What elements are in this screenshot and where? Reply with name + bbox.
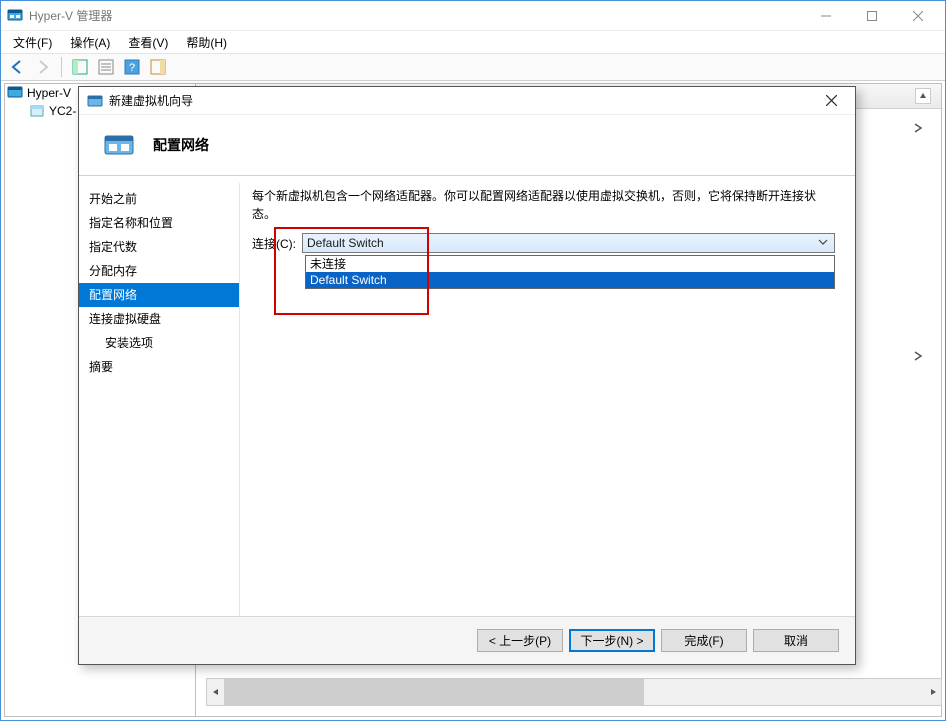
svg-text:?: ?: [129, 62, 135, 74]
tree-child-label: YC2-: [49, 104, 76, 118]
previous-button[interactable]: < 上一步(P): [477, 629, 563, 652]
nav-summary[interactable]: 摘要: [79, 355, 239, 379]
cancel-button-label: 取消: [784, 632, 808, 649]
minimize-button[interactable]: [803, 2, 849, 30]
nav-before-start[interactable]: 开始之前: [79, 187, 239, 211]
nav-network[interactable]: 配置网络: [79, 283, 239, 307]
window-controls: [803, 2, 941, 30]
scroll-track[interactable]: [224, 679, 924, 705]
connection-row: 连接(C): Default Switch 未连接 Default Switch: [252, 233, 835, 253]
main-window: Hyper-V 管理器 文件(F) 操作(A) 查看(V) 帮助(H): [0, 0, 946, 721]
wizard-header-icon: [99, 131, 139, 159]
chevron-right-icon: [913, 123, 925, 133]
connection-selected: Default Switch: [307, 236, 384, 250]
wizard-header-title: 配置网络: [153, 135, 209, 155]
tree-root-label: Hyper-V: [27, 86, 71, 100]
close-button[interactable]: [895, 2, 941, 30]
toolbar-separator: [61, 57, 62, 77]
server-group-icon: [7, 85, 23, 101]
finish-button[interactable]: 完成(F): [661, 629, 747, 652]
wizard-description: 每个新虚拟机包含一个网络适配器。你可以配置网络适配器以使用虚拟交换机，否则，它将…: [252, 187, 835, 223]
dropdown-item-not-connected[interactable]: 未连接: [306, 256, 834, 272]
wizard-dialog: 新建虚拟机向导 配置网络 开始之前 指定名称和位置 指定代数 分配内存 配置网络…: [78, 86, 856, 665]
menu-view[interactable]: 查看(V): [120, 32, 176, 53]
toolbar: ?: [1, 53, 945, 81]
cancel-button[interactable]: 取消: [753, 629, 839, 652]
nav-name-location[interactable]: 指定名称和位置: [79, 211, 239, 235]
dropdown-item-default-switch[interactable]: Default Switch: [306, 272, 834, 288]
nav-generation[interactable]: 指定代数: [79, 235, 239, 259]
forward-icon[interactable]: [31, 55, 55, 79]
wizard-header: 配置网络: [79, 115, 855, 175]
chevron-right-icon: [913, 351, 925, 361]
scroll-up-icon[interactable]: [915, 88, 931, 104]
help-topic-icon[interactable]: ?: [120, 55, 144, 79]
previous-button-label: < 上一步(P): [489, 632, 551, 649]
nav-memory[interactable]: 分配内存: [79, 259, 239, 283]
connection-combo[interactable]: Default Switch: [302, 233, 835, 253]
next-button-label: 下一步(N) >: [580, 632, 643, 649]
wizard-content: 每个新虚拟机包含一个网络适配器。你可以配置网络适配器以使用虚拟交换机，否则，它将…: [239, 183, 855, 616]
connection-label: 连接(C):: [252, 235, 296, 252]
back-icon[interactable]: [5, 55, 29, 79]
wizard-close-button[interactable]: [813, 89, 849, 113]
wizard-nav: 开始之前 指定名称和位置 指定代数 分配内存 配置网络 连接虚拟硬盘 安装选项 …: [79, 183, 239, 616]
menubar: 文件(F) 操作(A) 查看(V) 帮助(H): [1, 31, 945, 53]
menu-file[interactable]: 文件(F): [5, 32, 60, 53]
wizard-title-text: 新建虚拟机向导: [109, 92, 193, 109]
show-hide-action-icon[interactable]: [146, 55, 170, 79]
server-icon: [29, 103, 45, 119]
wizard-body: 开始之前 指定名称和位置 指定代数 分配内存 配置网络 连接虚拟硬盘 安装选项 …: [79, 183, 855, 616]
show-hide-tree-icon[interactable]: [68, 55, 92, 79]
wizard-header-rule: [79, 175, 855, 176]
next-button[interactable]: 下一步(N) >: [569, 629, 655, 652]
connection-dropdown[interactable]: 未连接 Default Switch: [305, 255, 835, 289]
chevron-down-icon: [815, 236, 830, 250]
maximize-button[interactable]: [849, 2, 895, 30]
scroll-left-icon[interactable]: [207, 679, 224, 705]
nav-vhd[interactable]: 连接虚拟硬盘: [79, 307, 239, 331]
main-title-text: Hyper-V 管理器: [29, 7, 112, 24]
menu-action[interactable]: 操作(A): [62, 32, 118, 53]
scroll-thumb[interactable]: [224, 679, 644, 705]
properties-icon[interactable]: [94, 55, 118, 79]
wizard-app-icon: [87, 93, 103, 109]
app-icon: [7, 8, 23, 24]
scroll-right-icon[interactable]: [924, 679, 941, 705]
horizontal-scrollbar[interactable]: [206, 678, 942, 706]
wizard-titlebar: 新建虚拟机向导: [79, 87, 855, 115]
menu-help[interactable]: 帮助(H): [178, 32, 235, 53]
main-titlebar: Hyper-V 管理器: [1, 1, 945, 31]
nav-install-options[interactable]: 安装选项: [79, 331, 239, 355]
wizard-footer: < 上一步(P) 下一步(N) > 完成(F) 取消: [79, 616, 855, 664]
finish-button-label: 完成(F): [684, 632, 723, 649]
